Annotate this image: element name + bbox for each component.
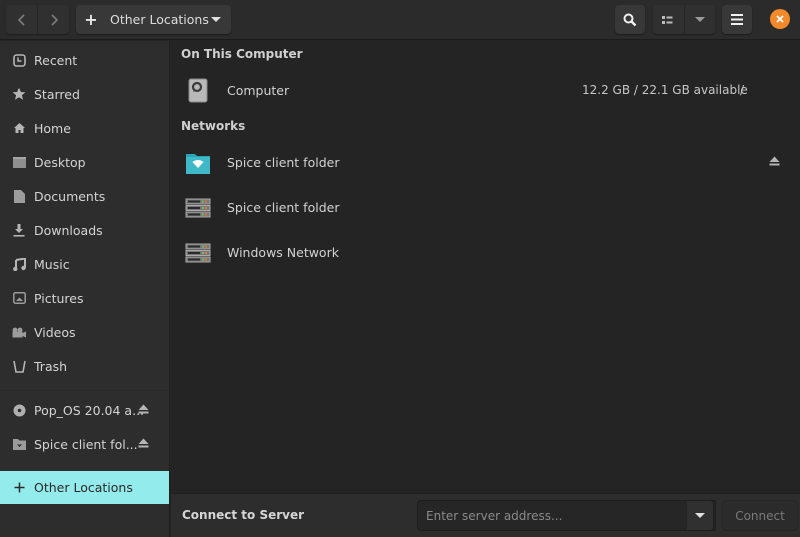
- sidebar-item-label: Home: [34, 120, 71, 136]
- server-history-dropdown[interactable]: [687, 500, 714, 531]
- location-name: Spice client folder: [227, 199, 340, 215]
- video-icon: [12, 325, 26, 339]
- section-header-networks: Networks: [181, 119, 246, 133]
- pan-down-icon: [211, 16, 221, 22]
- sidebar-item-label: Music: [34, 256, 70, 272]
- chevron-right-icon: [50, 13, 58, 26]
- location-row-computer[interactable]: Computer 12.2 GB / 22.1 GB available /: [171, 68, 800, 112]
- picture-icon: [12, 291, 26, 305]
- sidebar-item-home[interactable]: Home: [0, 111, 169, 145]
- search-button[interactable]: [615, 5, 645, 34]
- other-locations-view: On This Computer Computer 12.2 GB / 22.1…: [171, 41, 800, 493]
- sidebar-item-label: Recent: [34, 52, 78, 68]
- eject-icon[interactable]: [138, 438, 149, 448]
- plus-icon: +: [84, 10, 98, 29]
- view-mode-button[interactable]: [653, 5, 685, 34]
- sidebar-item-desktop[interactable]: Desktop: [0, 145, 169, 179]
- eject-icon[interactable]: [138, 404, 149, 414]
- section-header-on-this-computer: On This Computer: [181, 47, 303, 61]
- location-label: Other Locations: [110, 12, 209, 27]
- sidebar-item-trash[interactable]: Trash: [0, 349, 169, 383]
- location-row-spice-folder-2[interactable]: Spice client folder: [171, 185, 800, 229]
- sidebar-item-label: Trash: [34, 358, 68, 374]
- view-options: [653, 5, 715, 34]
- navigation-buttons: [6, 5, 69, 34]
- sidebar-item-spice-folder[interactable]: Spice client fol...: [0, 427, 169, 461]
- sidebar-item-pop-os-disc[interactable]: Pop_OS 20.04 a...: [0, 393, 169, 427]
- view-dropdown-button[interactable]: [685, 5, 716, 34]
- download-icon: [12, 223, 26, 237]
- location-button[interactable]: + Other Locations: [76, 5, 231, 34]
- trash-icon: [12, 359, 26, 373]
- location-name: Computer: [227, 82, 290, 98]
- sidebar-item-label: Pictures: [34, 290, 84, 306]
- pan-down-icon: [694, 16, 705, 22]
- hamburger-menu-icon: [731, 14, 743, 25]
- sidebar-item-downloads[interactable]: Downloads: [0, 213, 169, 247]
- sidebar-item-videos[interactable]: Videos: [0, 315, 169, 349]
- server-icon: [185, 198, 211, 218]
- plus-icon: [12, 481, 26, 495]
- star-icon: [12, 87, 26, 101]
- drive-icon: [188, 78, 208, 103]
- desktop-icon: [12, 155, 26, 169]
- close-icon: [776, 15, 784, 23]
- server-address-input[interactable]: [418, 508, 648, 523]
- clock-icon: [12, 53, 26, 67]
- sidebar-item-label: Downloads: [34, 222, 103, 238]
- menu-button[interactable]: [722, 5, 752, 34]
- forward-button[interactable]: [38, 5, 69, 34]
- network-folder-icon: [12, 437, 26, 451]
- list-view-icon: [662, 15, 673, 24]
- location-name: Windows Network: [227, 244, 339, 260]
- connect-to-server-bar: Connect to Server ? Connect: [171, 493, 800, 537]
- pan-down-icon: [695, 512, 705, 518]
- disc-icon: [12, 403, 26, 417]
- location-row-windows-network[interactable]: Windows Network: [171, 230, 800, 274]
- connect-to-server-label: Connect to Server: [182, 508, 305, 522]
- close-button[interactable]: [770, 9, 790, 29]
- storage-info: 12.2 GB / 22.1 GB available: [582, 83, 748, 97]
- sidebar: Recent Starred Home Desktop Documents Do…: [0, 41, 170, 537]
- mount-path: /: [740, 83, 745, 97]
- sidebar-item-label: Starred: [34, 86, 80, 102]
- sidebar-item-label: Other Locations: [34, 480, 133, 495]
- server-address-field[interactable]: ?: [417, 500, 716, 531]
- document-icon: [12, 189, 26, 203]
- sidebar-item-label: Documents: [34, 188, 106, 204]
- location-name: Spice client folder: [227, 154, 340, 170]
- network-folder-icon: [186, 154, 210, 174]
- sidebar-item-starred[interactable]: Starred: [0, 77, 169, 111]
- sidebar-item-label: Spice client fol...: [34, 436, 138, 452]
- chevron-left-icon: [17, 13, 25, 26]
- music-icon: [12, 257, 26, 271]
- sidebar-item-recent[interactable]: Recent: [0, 43, 169, 77]
- sidebar-item-documents[interactable]: Documents: [0, 179, 169, 213]
- sidebar-item-label: Pop_OS 20.04 a...: [34, 402, 145, 418]
- server-icon: [185, 243, 211, 263]
- location-row-spice-folder[interactable]: Spice client folder: [171, 140, 800, 184]
- sidebar-item-pictures[interactable]: Pictures: [0, 281, 169, 315]
- sidebar-item-label: Desktop: [34, 154, 86, 170]
- header-bar: + Other Locations: [0, 0, 800, 40]
- back-button[interactable]: [6, 5, 38, 34]
- sidebar-item-music[interactable]: Music: [0, 247, 169, 281]
- home-icon: [12, 121, 26, 135]
- connect-button[interactable]: Connect: [722, 500, 798, 531]
- eject-icon[interactable]: [769, 156, 780, 166]
- sidebar-item-other-locations[interactable]: Other Locations: [0, 471, 169, 504]
- sidebar-separator: [0, 390, 169, 391]
- search-icon: [623, 13, 637, 26]
- sidebar-item-label: Videos: [34, 324, 76, 340]
